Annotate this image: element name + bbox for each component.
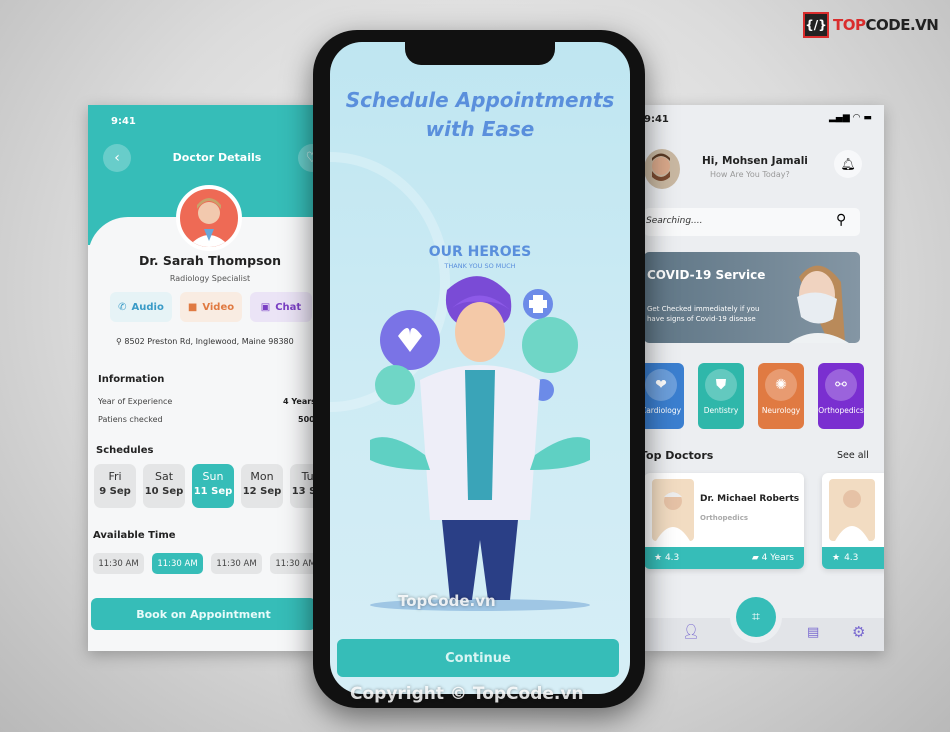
doctor-card-footer: ★ 4.3	[822, 547, 884, 569]
doctor-specialty: Orthopedics	[700, 514, 749, 522]
watermark-center: TopCode.vn	[398, 592, 496, 610]
scan-button[interactable]: ⌗	[736, 597, 776, 637]
doctor-name: Dr. Michael Roberts	[700, 494, 800, 504]
patients-label: Patiens checked	[98, 415, 163, 424]
page-title: Doctor Details	[172, 151, 262, 164]
day-option-selected[interactable]: Sun 11 Sep	[192, 464, 234, 508]
video-icon: ■	[187, 301, 198, 313]
continue-button[interactable]: Continue	[337, 639, 619, 677]
profile-icon[interactable]: 👤︎	[682, 624, 700, 640]
day-list: Fri 9 Sep Sat 10 Sep Sun 11 Sep Mon 12 Sep T…	[94, 464, 316, 508]
user-avatar[interactable]	[644, 149, 680, 189]
phone-notch	[405, 40, 555, 65]
star-icon: ★	[654, 553, 665, 563]
doctor-details-screen: 9:41 ‹ Doctor Details ♡ Dr. Sarah Thomps…	[88, 105, 316, 651]
category-orthopedics[interactable]: ⚯ Orthopedics	[818, 363, 864, 429]
subgreeting: How Are You Today?	[710, 170, 790, 179]
audio-button[interactable]: ✆ Audio	[110, 292, 172, 322]
experience-label: Year of Experience	[98, 397, 173, 406]
schedules-title: Schedules	[96, 445, 154, 456]
top-doctors-title: Top Doctors	[644, 449, 714, 462]
status-time: 9:41	[111, 116, 136, 127]
notification-bell-icon[interactable]: 🔔︎	[834, 150, 862, 178]
covid-banner[interactable]: COVID-19 Service Get Checked immediately…	[644, 252, 860, 343]
banner-text: Get Checked immediately if you have sign…	[647, 305, 760, 323]
time-option[interactable]: 11:30 AM	[270, 553, 316, 574]
star-icon: ★	[832, 553, 841, 563]
category-cardiology[interactable]: ❤︎ Cardiology	[644, 363, 684, 429]
status-time: 9:41	[644, 114, 669, 125]
search-icon[interactable]: ⚲	[836, 212, 846, 228]
search-placeholder: Searching....	[646, 216, 703, 226]
address: ⚲ 8502 Preston Rd, Inglewood, Maine 9838…	[116, 337, 294, 346]
badge-title: OUR HEROES	[428, 244, 532, 260]
category-list: ❤︎ Cardiology ⛊ Dentistry ✺ Neurology ⚯ Orth…	[644, 363, 864, 429]
greeting: Hi, Mohsen Jamali	[702, 155, 808, 167]
book-appointment-button[interactable]: Book on Appointment	[91, 598, 316, 630]
doctor-card[interactable]: Dr. Michael Roberts Orthopedics ★ 4.3 ▰ 4…	[644, 473, 804, 569]
doctor-card-footer: ★ 4.3 ▰ 4 Years	[644, 547, 804, 569]
information-title: Information	[98, 374, 165, 385]
briefcase-icon: ▰	[751, 553, 762, 563]
tooth-icon: ⛊	[705, 369, 737, 401]
day-option[interactable]: Mon 12 Sep	[241, 464, 283, 508]
experience-value: 4 Years	[283, 397, 316, 406]
doctor-card[interactable]: ★ 4.3	[822, 473, 884, 569]
see-all-link[interactable]: See all	[837, 450, 869, 461]
time-option[interactable]: 11:30 AM	[93, 553, 144, 574]
time-option-selected[interactable]: 11:30 AM	[152, 553, 203, 574]
banner-title: COVID-19 Service	[647, 268, 766, 282]
time-list: 11:30 AM 11:30 AM 11:30 AM 11:30 AM	[93, 553, 316, 574]
category-neurology[interactable]: ✺ Neurology	[758, 363, 804, 429]
watermark-copyright: Copyright © TopCode.vn	[350, 684, 584, 704]
phone-icon: ✆	[118, 301, 127, 313]
doctor-photo	[652, 479, 694, 541]
doctor-name: Dr. Sarah Thompson	[138, 253, 282, 268]
onboarding-screen: Schedule Appointments with Ease OUR HEROE…	[330, 42, 630, 694]
available-time-title: Available Time	[93, 530, 176, 541]
chat-button[interactable]: ▣ Chat	[250, 292, 312, 322]
topcode-logo: {/} TOPCODE.VN	[803, 12, 939, 38]
doctor-avatar	[176, 185, 242, 251]
heart-icon: ❤︎	[645, 369, 677, 401]
home-screen: 9:41 ▂▄▆ ◠ ▬ Hi, Mohsen Jamali How Are Y…	[644, 105, 884, 651]
day-option[interactable]: Sat 10 Sep	[143, 464, 185, 508]
settings-gear-icon[interactable]: ⚙	[852, 623, 865, 641]
video-button[interactable]: ■ Video	[180, 292, 242, 322]
search-input[interactable]: Searching.... ⚲	[644, 208, 860, 236]
doctor-specialty: Radiology Specialist	[169, 274, 251, 283]
badge-subtitle: THANK YOU SO MUCH	[444, 262, 516, 270]
time-option[interactable]: 11:30 AM	[211, 553, 262, 574]
headline: Schedule Appointments with Ease	[345, 88, 615, 141]
masked-woman-image	[789, 265, 849, 343]
logo-mark-icon: {/}	[803, 12, 829, 38]
status-icons: ▂▄▆ ◠ ▬	[829, 113, 872, 123]
logo-text: TOPCODE.VN	[833, 16, 939, 34]
brain-icon: ✺	[765, 369, 797, 401]
chat-icon: ▣	[260, 301, 271, 313]
card-icon[interactable]: ▤	[807, 625, 819, 640]
category-dentistry[interactable]: ⛊ Dentistry	[698, 363, 744, 429]
doctor-photo	[829, 479, 875, 541]
doctor-illustration	[370, 276, 590, 611]
bone-icon: ⚯	[825, 369, 857, 401]
day-option[interactable]: Fri 9 Sep	[94, 464, 136, 508]
